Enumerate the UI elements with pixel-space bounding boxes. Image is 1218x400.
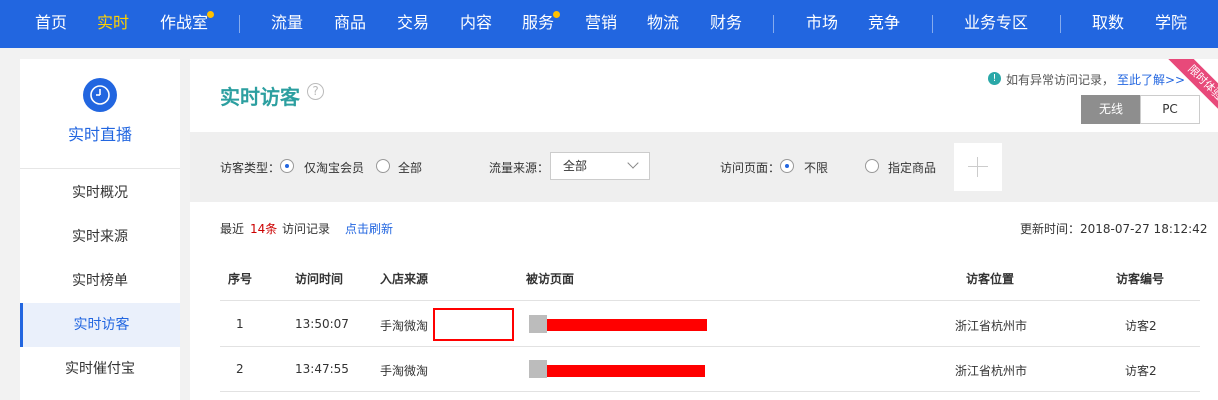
nav-marketing[interactable]: 营销 <box>585 0 617 48</box>
visitor-type-member-label: 仅淘宝会员 <box>304 161 365 175</box>
col-header-location: 访客位置 <box>966 272 1015 286</box>
page-title: 实时访客 <box>220 85 300 109</box>
row-source: 手淘微淘 <box>380 319 429 333</box>
nav-business-zone[interactable]: 业务专区 <box>964 0 1028 48</box>
redaction-box <box>433 308 514 341</box>
row-visitor[interactable]: 访客2 <box>1125 362 1157 379</box>
table-row: 1 13:50:07 手淘微淘 浙江省杭州市 访客2 <box>220 302 1200 347</box>
main-panel: 实时访客 ? ! 如有异常访问记录， 至此了解>> 限时体验 无线 PC 访客类… <box>190 59 1218 400</box>
notice-text: 如有异常访问记录， <box>1006 73 1115 87</box>
toggle-pc[interactable]: PC <box>1140 95 1200 124</box>
sidebar-divider <box>20 168 180 169</box>
sidebar-item-visitors[interactable]: 实时访客 <box>20 303 180 347</box>
row-time: 13:47:55 <box>295 362 349 376</box>
nav-academy[interactable]: 学院 <box>1155 0 1187 48</box>
sidebar: 实时直播 实时概况 实时来源 实时榜单 实时访客 实时催付宝 <box>20 59 180 400</box>
visitor-type-all-label: 全部 <box>398 161 423 175</box>
nav-fetch-data[interactable]: 取数 <box>1092 0 1124 48</box>
nav-separator <box>773 15 774 33</box>
sidebar-title: 实时直播 <box>67 125 132 144</box>
col-header-time: 访问时间 <box>295 272 344 286</box>
plus-icon[interactable] <box>954 143 1002 191</box>
top-nav: 首页 实时 作战室 流量 商品 交易 内容 服务 营销 物流 财务 市场 竞争 … <box>0 0 1218 48</box>
nav-traffic[interactable]: 流量 <box>271 0 303 48</box>
question-icon[interactable]: ? <box>307 83 324 100</box>
nav-trade[interactable]: 交易 <box>397 0 429 48</box>
page-specific-label: 指定商品 <box>888 161 937 175</box>
nav-competition[interactable]: 竞争 <box>868 0 900 48</box>
nav-war-room[interactable]: 作战室 <box>160 0 208 48</box>
radio-all-visitors[interactable] <box>376 159 390 173</box>
toggle-wireless[interactable]: 无线 <box>1081 95 1141 124</box>
nav-separator <box>932 15 933 33</box>
records-prefix: 最近 <box>220 222 245 236</box>
col-header-source: 入店来源 <box>380 272 429 286</box>
war-room-dot-icon <box>207 11 214 18</box>
records-suffix: 访问记录 <box>282 222 331 236</box>
nav-logistics[interactable]: 物流 <box>647 0 679 48</box>
page-thumbnail[interactable] <box>529 315 547 333</box>
nav-market[interactable]: 市场 <box>806 0 838 48</box>
redacted-page-title[interactable] <box>547 319 707 331</box>
update-time: 更新时间：2018-07-27 18:12:42 <box>1020 222 1208 236</box>
sidebar-item-overview[interactable]: 实时概况 <box>20 171 180 215</box>
page-label: 访问页面： <box>720 161 781 175</box>
nav-finance[interactable]: 财务 <box>710 0 742 48</box>
radio-page-specific[interactable] <box>865 159 879 173</box>
radio-page-any[interactable] <box>780 159 794 173</box>
nav-goods[interactable]: 商品 <box>334 0 366 48</box>
chevron-down-icon <box>627 157 639 169</box>
sidebar-item-ranking[interactable]: 实时榜单 <box>20 259 180 303</box>
row-location: 浙江省杭州市 <box>955 364 1028 378</box>
info-icon: ! <box>988 72 1001 85</box>
nav-home[interactable]: 首页 <box>35 0 67 48</box>
table-header-row <box>220 257 1200 301</box>
source-label: 流量来源： <box>489 161 550 175</box>
service-dot-icon <box>553 11 560 18</box>
page-any-label: 不限 <box>804 161 829 175</box>
source-select[interactable]: 全部 <box>550 152 650 180</box>
visitor-type-label: 访客类型： <box>220 161 281 175</box>
col-header-visitor: 访客编号 <box>1116 272 1165 286</box>
refresh-link[interactable]: 点击刷新 <box>345 220 393 237</box>
row-no: 1 <box>236 317 244 331</box>
nav-separator <box>1060 15 1061 33</box>
nav-realtime[interactable]: 实时 <box>97 0 129 48</box>
source-select-value: 全部 <box>563 159 588 173</box>
page-thumbnail[interactable] <box>529 360 547 378</box>
radio-taobao-member[interactable] <box>280 159 294 173</box>
row-time: 13:50:07 <box>295 317 349 331</box>
redacted-page-title[interactable] <box>547 365 705 377</box>
row-visitor[interactable]: 访客2 <box>1125 317 1157 334</box>
filter-bar: 访客类型： 仅淘宝会员 全部 流量来源： 全部 访问页面： 不限 指定商品 <box>190 132 1218 202</box>
row-no: 2 <box>236 362 244 376</box>
row-location: 浙江省杭州市 <box>955 319 1028 333</box>
nav-content[interactable]: 内容 <box>460 0 492 48</box>
clock-icon <box>83 78 117 112</box>
table-row: 2 13:47:55 手淘微淘 浙江省杭州市 访客2 <box>220 347 1200 392</box>
col-header-page: 被访页面 <box>526 272 575 286</box>
nav-service[interactable]: 服务 <box>522 0 554 48</box>
sidebar-item-sources[interactable]: 实时来源 <box>20 215 180 259</box>
nav-separator <box>239 15 240 33</box>
row-source: 手淘微淘 <box>380 364 429 378</box>
col-header-no: 序号 <box>228 272 253 286</box>
records-count: 14条 <box>250 222 278 236</box>
sidebar-item-payment-reminder[interactable]: 实时催付宝 <box>20 347 180 391</box>
